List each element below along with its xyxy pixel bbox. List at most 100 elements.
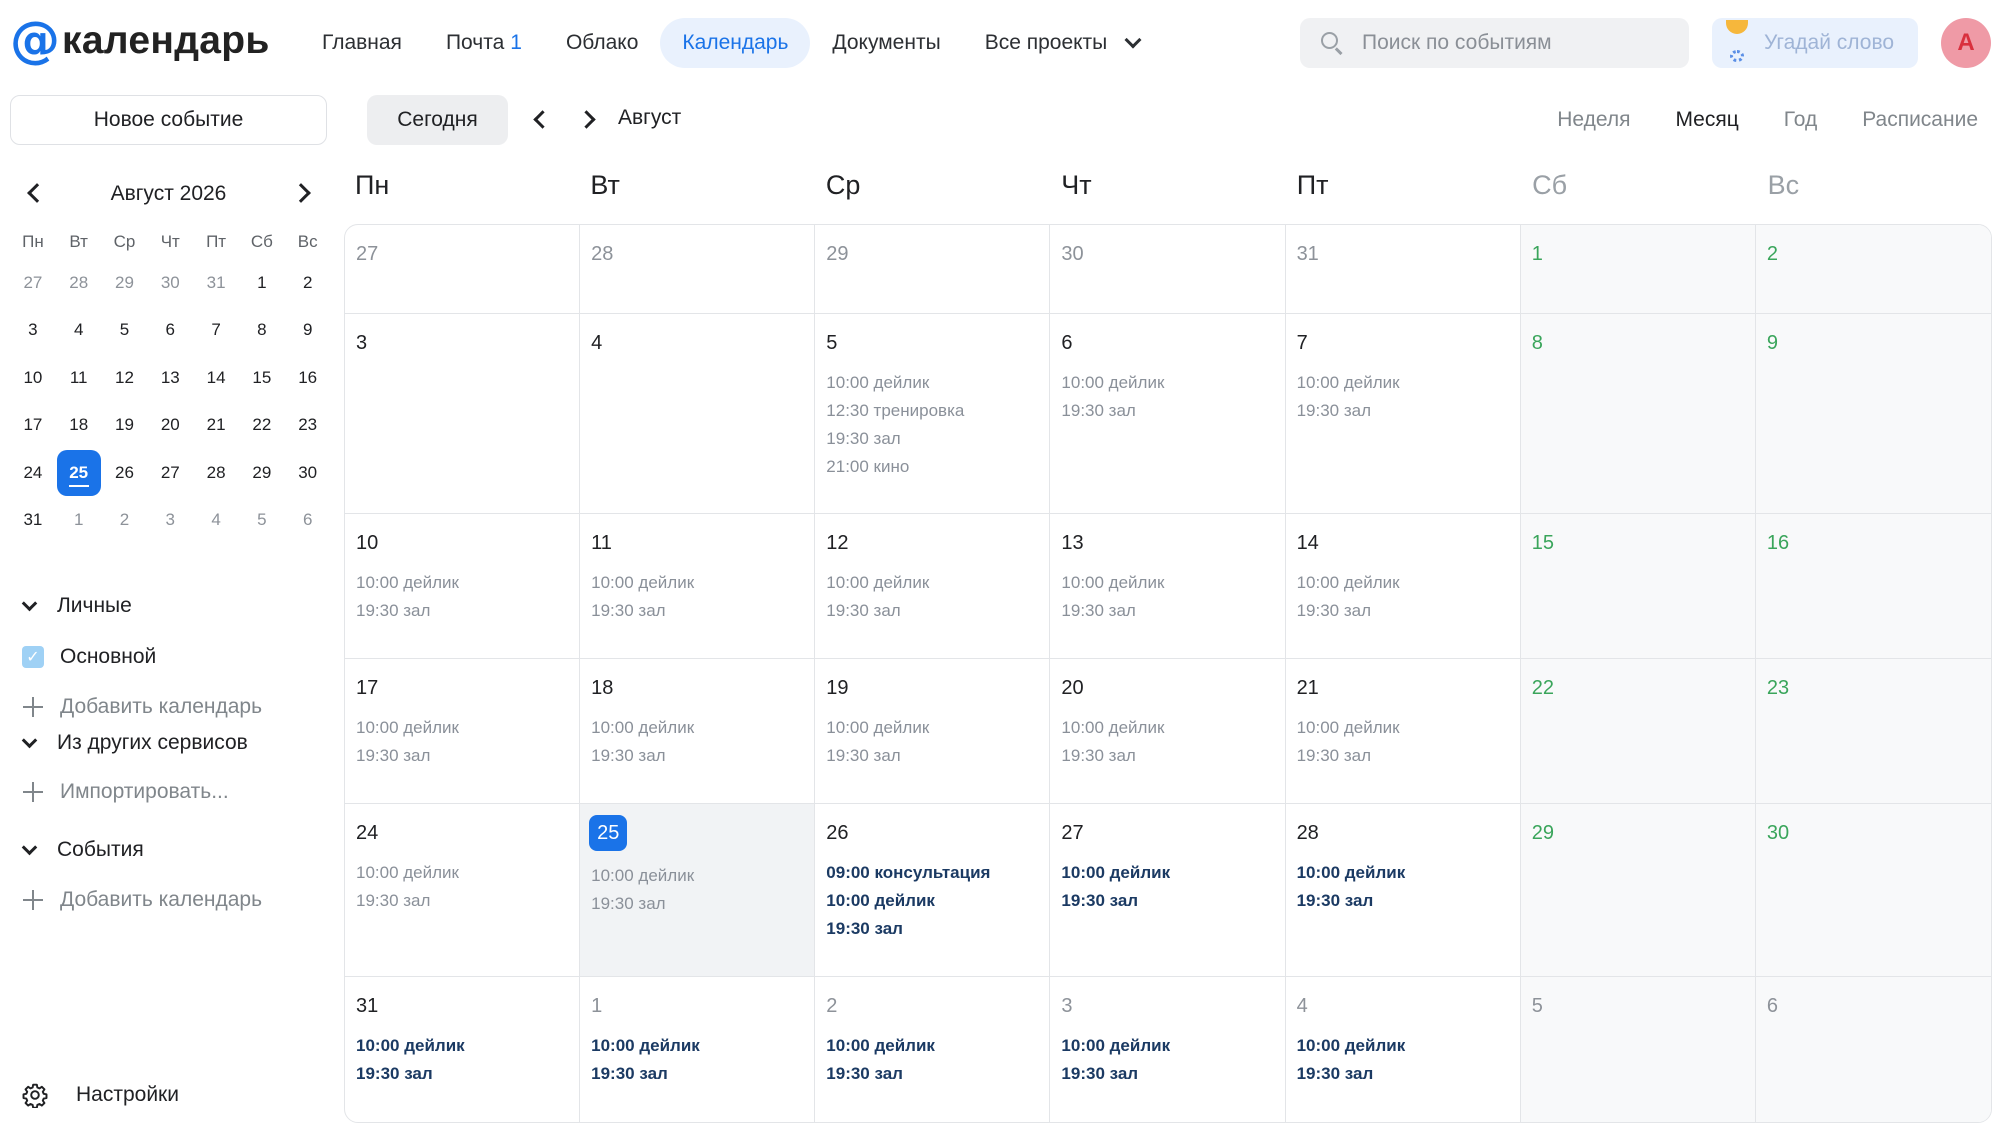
- mini-day[interactable]: 29: [239, 449, 285, 497]
- event-item[interactable]: 10:00 дейлик: [1297, 859, 1520, 887]
- mini-day[interactable]: 3: [147, 497, 193, 545]
- mini-day[interactable]: 27: [10, 259, 56, 307]
- search-input[interactable]: [1362, 31, 1662, 55]
- day-cell[interactable]: 13 10:00 дейлик 19:30 зал: [1050, 514, 1286, 659]
- day-cell[interactable]: 20 10:00 дейлик 19:30 зал: [1050, 659, 1286, 804]
- day-cell[interactable]: 26 09:00 консультация 10:00 дейлик 19:30 за…: [815, 804, 1051, 977]
- day-cell[interactable]: 15: [1520, 514, 1756, 659]
- event-item[interactable]: 19:30 зал: [1061, 1060, 1284, 1088]
- event-item[interactable]: 19:30 зал: [826, 915, 1049, 943]
- day-cell[interactable]: 3 10:00 дейлик 19:30 зал: [1050, 977, 1286, 1122]
- event-item[interactable]: 10:00 дейлик: [826, 714, 1049, 742]
- mini-day[interactable]: 20: [147, 402, 193, 450]
- mini-day[interactable]: 31: [193, 259, 239, 307]
- mini-day[interactable]: 18: [56, 402, 102, 450]
- mini-day[interactable]: 6: [285, 497, 331, 545]
- mini-day[interactable]: 5: [102, 307, 148, 355]
- day-cell[interactable]: 19 10:00 дейлик 19:30 зал: [815, 659, 1051, 804]
- day-cell[interactable]: 8: [1520, 314, 1756, 514]
- import-button[interactable]: Импортировать...: [22, 780, 229, 804]
- day-cell[interactable]: 2: [1755, 225, 1991, 314]
- event-item[interactable]: 19:30 зал: [356, 887, 579, 915]
- day-cell[interactable]: 12 10:00 дейлик 19:30 зал: [815, 514, 1051, 659]
- event-item[interactable]: 10:00 дейлик: [591, 714, 814, 742]
- mini-day[interactable]: 26: [102, 449, 148, 497]
- guess-word-button[interactable]: Угадай слово: [1712, 18, 1918, 68]
- mini-day[interactable]: 4: [193, 497, 239, 545]
- mini-day[interactable]: 21: [193, 402, 239, 450]
- day-cell[interactable]: 16: [1755, 514, 1991, 659]
- mini-day[interactable]: 1: [239, 259, 285, 307]
- nav-mail[interactable]: Почта 1: [424, 18, 544, 68]
- mini-day[interactable]: 30: [147, 259, 193, 307]
- nav-all-projects[interactable]: Все проекты: [963, 18, 1162, 68]
- day-cell[interactable]: 30: [1050, 225, 1286, 314]
- mini-day[interactable]: 1: [56, 497, 102, 545]
- day-cell[interactable]: 31: [1285, 225, 1521, 314]
- mini-day[interactable]: 11: [56, 354, 102, 402]
- mini-day[interactable]: 2: [285, 259, 331, 307]
- day-cell[interactable]: 4 10:00 дейлик 19:30 зал: [1286, 977, 1521, 1122]
- event-item[interactable]: 10:00 дейлик: [356, 859, 579, 887]
- mini-day[interactable]: 19: [102, 402, 148, 450]
- day-cell[interactable]: 28 10:00 дейлик 19:30 зал: [1285, 804, 1521, 977]
- mini-day[interactable]: 15: [239, 354, 285, 402]
- event-item[interactable]: 10:00 дейлик: [1297, 569, 1520, 597]
- logo[interactable]: @ календарь: [10, 15, 270, 65]
- checkbox-checked-icon[interactable]: ✓: [22, 646, 44, 668]
- mini-day[interactable]: 3: [10, 307, 56, 355]
- event-item[interactable]: 19:30 зал: [826, 1060, 1049, 1088]
- event-item[interactable]: 19:30 зал: [1061, 397, 1284, 425]
- calendar-item-main[interactable]: ✓ Основной: [22, 645, 156, 669]
- event-item[interactable]: 10:00 дейлик: [826, 569, 1049, 597]
- view-month[interactable]: Месяц: [1675, 108, 1738, 132]
- nav-cloud[interactable]: Облако: [544, 18, 660, 68]
- mini-day[interactable]: 2: [102, 497, 148, 545]
- day-cell[interactable]: 28: [580, 225, 816, 314]
- event-item[interactable]: 19:30 зал: [1061, 742, 1284, 770]
- day-cell[interactable]: 22: [1520, 659, 1756, 804]
- day-cell-today[interactable]: 25 10:00 дейлик 19:30 зал: [580, 804, 816, 977]
- mini-day[interactable]: 7: [193, 307, 239, 355]
- event-item[interactable]: 19:30 зал: [826, 742, 1049, 770]
- day-cell[interactable]: 11 10:00 дейлик 19:30 зал: [580, 514, 816, 659]
- event-item[interactable]: 19:30 зал: [591, 742, 814, 770]
- mini-day[interactable]: 29: [102, 259, 148, 307]
- event-item[interactable]: 19:30 зал: [826, 597, 1049, 625]
- event-item[interactable]: 10:00 дейлик: [826, 887, 1049, 915]
- event-item[interactable]: 19:30 зал: [356, 742, 579, 770]
- day-cell[interactable]: 3: [345, 314, 581, 514]
- event-item[interactable]: 09:00 консультация: [826, 859, 1049, 887]
- avatar[interactable]: А: [1941, 18, 1991, 68]
- day-cell[interactable]: 9: [1755, 314, 1991, 514]
- chevron-right-icon[interactable]: [577, 110, 596, 129]
- mini-day[interactable]: 10: [10, 354, 56, 402]
- day-cell[interactable]: 31 10:00 дейлик 19:30 зал: [345, 977, 581, 1122]
- view-week[interactable]: Неделя: [1557, 108, 1630, 132]
- day-cell[interactable]: 1 10:00 дейлик 19:30 зал: [580, 977, 816, 1122]
- day-cell[interactable]: 10 10:00 дейлик 19:30 зал: [345, 514, 581, 659]
- event-item[interactable]: 19:30 зал: [356, 597, 579, 625]
- day-cell[interactable]: 4: [580, 314, 816, 514]
- event-item[interactable]: 19:30 зал: [591, 890, 814, 918]
- mini-day[interactable]: 24: [10, 449, 56, 497]
- event-item[interactable]: 10:00 дейлик: [1061, 1032, 1284, 1060]
- mini-day[interactable]: 31: [10, 497, 56, 545]
- mini-day[interactable]: 28: [56, 259, 102, 307]
- add-calendar-button[interactable]: Добавить календарь: [22, 695, 262, 719]
- day-cell[interactable]: 6: [1755, 977, 1991, 1122]
- event-item[interactable]: 19:30 зал: [1297, 597, 1520, 625]
- event-item[interactable]: 10:00 дейлик: [826, 369, 1049, 397]
- event-item[interactable]: 19:30 зал: [1297, 742, 1520, 770]
- mini-day[interactable]: 8: [239, 307, 285, 355]
- event-item[interactable]: 10:00 дейлик: [1297, 369, 1520, 397]
- day-cell[interactable]: 24 10:00 дейлик 19:30 зал: [345, 804, 581, 977]
- mini-day[interactable]: 22: [239, 402, 285, 450]
- day-cell[interactable]: 18 10:00 дейлик 19:30 зал: [580, 659, 816, 804]
- event-item[interactable]: 19:30 зал: [1061, 597, 1284, 625]
- settings-button[interactable]: Настройки: [22, 1082, 179, 1108]
- day-cell[interactable]: 27 10:00 дейлик 19:30 зал: [1050, 804, 1286, 977]
- nav-calendar[interactable]: Календарь: [660, 18, 811, 68]
- day-cell[interactable]: 5 10:00 дейлик 12:30 тренировка 19:30 зал 21…: [815, 314, 1051, 514]
- view-year[interactable]: Год: [1784, 108, 1817, 132]
